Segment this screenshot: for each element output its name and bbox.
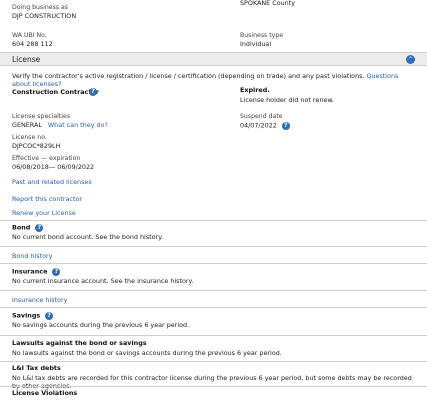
lawsuits-text: No lawsuits against the bond or savings … [12,349,282,357]
bond-history-link[interactable]: Bond history [12,252,52,260]
renew-row: Renew your License [12,209,415,218]
bond-text-row: No current bond account. See the bond hi… [12,233,415,242]
license-intro: Verify the contractor's active registrat… [12,72,415,88]
renew-license-link[interactable]: Renew your License [12,209,76,217]
divider [0,386,427,387]
specialties-label: License specialties [12,113,71,120]
insurance-text-row: No current insurance account. See the in… [12,277,415,286]
bond-section: Bond ? [12,224,415,232]
insurance-text: No current insurance account. See the in… [12,277,194,285]
savings-title: Savings [12,311,41,320]
license-status: Expired. [240,86,270,94]
bond-text: No current bond account. See the bond hi… [12,233,164,241]
license-section-title: License [12,55,41,64]
divider [0,263,427,264]
lawsuits-title: Lawsuits against the bond or savings [12,339,147,347]
divider [0,246,427,247]
lawsuits-section: Lawsuits against the bond or savings [12,339,415,348]
tax-section: L&I Tax debts [12,364,415,373]
contractor-details-page: Doing business as DJP CONSTRUCTION SPOKA… [0,0,427,400]
license-number-value: DJPCOC*829LH [12,142,61,150]
help-icon[interactable]: ? [45,312,54,320]
suspend-date-line: 04/07/2022 ? [240,122,290,130]
chevron-up-icon[interactable]: ⌃ [406,55,415,64]
insurance-history-row: Insurance history [12,296,415,305]
business-type-value: Individual [240,40,272,48]
lawsuits-text-row: No lawsuits against the bond or savings … [12,349,415,358]
what-can-they-do-link[interactable]: What can they do? [48,121,108,129]
divider [0,220,427,221]
effective-value: 06/08/2018— 06/09/2022 [12,163,95,171]
suspend-date-value: 04/07/2022 [240,121,277,130]
dba-label: Doing business as [12,4,69,11]
county-value: SPOKANE County [240,0,296,7]
license-status-note: License holder did not renew. [240,96,334,104]
business-type-label: Business type [240,32,284,39]
tax-title: L&I Tax debts [12,364,61,372]
help-icon[interactable]: ? [35,224,44,232]
bond-title: Bond [12,223,31,232]
divider [0,307,427,308]
divider [0,361,427,362]
report-contractor-link[interactable]: Report this contractor [12,195,82,203]
help-icon[interactable]: ? [281,122,290,130]
insurance-section: Insurance ? [12,268,415,276]
license-type-label: Construction Contractor [12,88,99,96]
divider [0,335,427,336]
tax-text: No L&I tax debts are recorded for this c… [12,374,412,389]
violations-title: License Violations [12,389,78,397]
savings-section: Savings ? [12,312,415,320]
help-icon[interactable]: ? [89,88,97,96]
past-related-licenses-link[interactable]: Past and related licenses [12,178,92,186]
license-intro-text: Verify the contractor's active registrat… [12,72,365,80]
bond-history-row: Bond history [12,252,415,261]
violations-section: License Violations [12,389,415,398]
license-section-header[interactable]: License ⌃ [0,52,427,66]
past-licenses-row: Past and related licenses [12,178,415,187]
savings-text: No savings accounts during the previous … [12,321,190,329]
suspend-date-label: Suspend date [240,113,283,120]
insurance-title: Insurance [12,267,48,276]
ubi-label: WA UBI No. [12,32,47,39]
help-icon[interactable]: ? [52,268,61,276]
dba-value: DJP CONSTRUCTION [12,12,77,20]
savings-text-row: No savings accounts during the previous … [12,321,415,330]
specialties-value-line: GENERAL What can they do? [12,121,108,130]
effective-label: Effective — expiration [12,155,81,162]
report-row: Report this contractor [12,195,415,204]
license-number-label: License no. [12,134,47,141]
ubi-value: 604 288 112 [12,40,53,48]
specialties-value: GENERAL [12,121,42,129]
divider [0,290,427,291]
insurance-history-link[interactable]: Insurance history [12,296,67,304]
